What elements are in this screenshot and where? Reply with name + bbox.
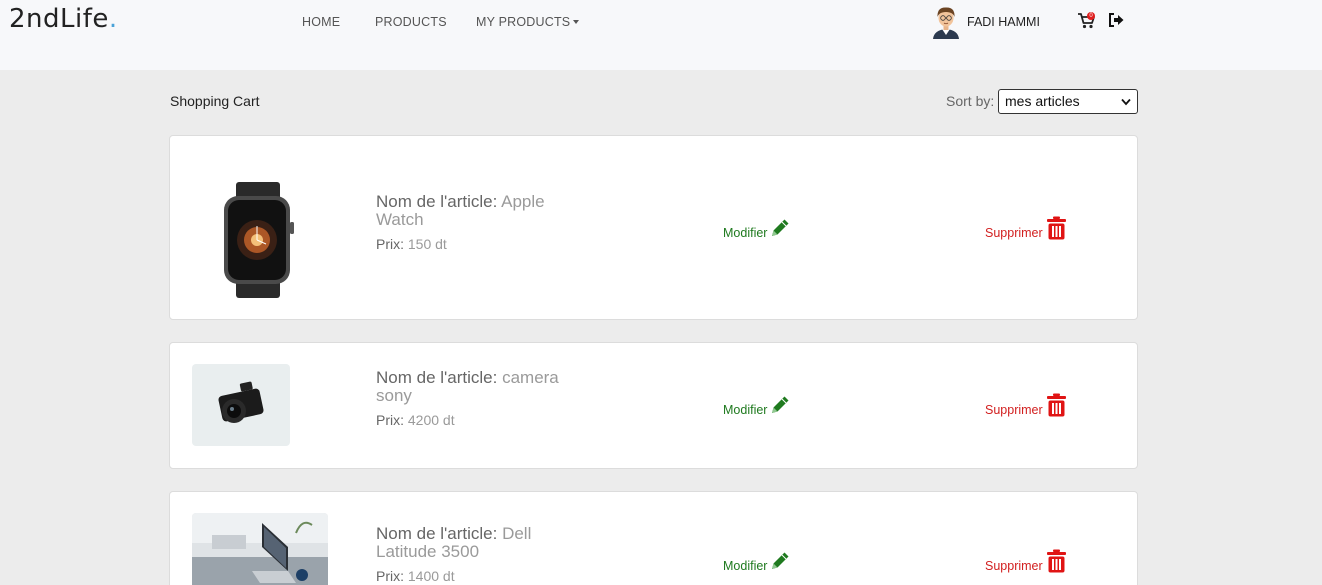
cart-item-card: Nom de l'article: Dell Latitude 3500 Pri… bbox=[169, 491, 1138, 585]
pencil-icon bbox=[772, 219, 789, 236]
delete-button[interactable]: Supprimer bbox=[985, 393, 1067, 417]
nav-my-products-dropdown[interactable]: MY PRODUCTS bbox=[476, 15, 580, 29]
delete-label: Supprimer bbox=[985, 559, 1043, 573]
user-name[interactable]: FADI HAMMI bbox=[967, 15, 1040, 29]
item-info: Nom de l'article: camera sony Prix: 4200… bbox=[376, 369, 606, 429]
nav-my-products-label: MY PRODUCTS bbox=[476, 15, 571, 29]
modify-button[interactable]: Modifier bbox=[723, 549, 792, 573]
item-price-label: Prix: bbox=[376, 568, 404, 584]
delete-label: Supprimer bbox=[985, 403, 1043, 417]
top-navbar: 2ndLife. HOME PRODUCTS MY PRODUCTS FADI … bbox=[0, 0, 1322, 70]
product-image bbox=[192, 513, 328, 585]
item-name-row: Nom de l'article: camera sony bbox=[376, 369, 606, 405]
item-price-row: Prix: 1400 dt bbox=[376, 568, 606, 584]
item-name-value-line2: sony bbox=[376, 386, 412, 405]
modify-label: Modifier bbox=[723, 226, 768, 240]
item-price-row: Prix: 4200 dt bbox=[376, 412, 606, 428]
item-price-label: Prix: bbox=[376, 412, 404, 428]
item-price-row: Prix: 150 dt bbox=[376, 236, 606, 252]
product-image bbox=[192, 364, 290, 446]
nav-home[interactable]: HOME bbox=[302, 15, 340, 29]
delete-button[interactable]: Supprimer bbox=[985, 549, 1067, 573]
sort-select[interactable]: mes articles bbox=[998, 89, 1138, 114]
nav-products[interactable]: PRODUCTS bbox=[375, 15, 447, 29]
modify-label: Modifier bbox=[723, 403, 768, 417]
modify-button[interactable]: Modifier bbox=[723, 393, 792, 417]
logout-icon[interactable] bbox=[1108, 12, 1125, 28]
delete-label: Supprimer bbox=[985, 226, 1043, 240]
item-name-label: Nom de l'article: bbox=[376, 524, 498, 543]
pencil-icon bbox=[772, 552, 789, 569]
item-price-value: 150 dt bbox=[407, 236, 447, 252]
item-name-label: Nom de l'article: bbox=[376, 192, 498, 211]
item-name-value: Dell bbox=[502, 524, 532, 543]
product-image bbox=[224, 182, 294, 298]
trash-icon bbox=[1046, 549, 1066, 573]
item-price-value: 1400 dt bbox=[407, 568, 455, 584]
pencil-icon bbox=[772, 396, 789, 413]
trash-icon bbox=[1046, 393, 1066, 417]
item-name-value-line2: Latitude 3500 bbox=[376, 542, 480, 561]
item-name-label: Nom de l'article: bbox=[376, 368, 498, 387]
page-title: Shopping Cart bbox=[170, 93, 260, 109]
item-name-value: Apple bbox=[501, 192, 545, 211]
modify-label: Modifier bbox=[723, 559, 768, 573]
item-price-label: Prix: bbox=[376, 236, 404, 252]
item-name-row: Nom de l'article: Apple Watch bbox=[376, 193, 606, 229]
item-name-value-line2: Watch bbox=[376, 210, 424, 229]
trash-icon bbox=[1046, 216, 1066, 240]
item-name-row: Nom de l'article: Dell Latitude 3500 bbox=[376, 525, 606, 561]
delete-button[interactable]: Supprimer bbox=[985, 216, 1067, 240]
brand-logo[interactable]: 2ndLife. bbox=[9, 4, 118, 34]
cart-item-card: Nom de l'article: camera sony Prix: 4200… bbox=[169, 342, 1138, 469]
cart-item-card: Nom de l'article: Apple Watch Prix: 150 … bbox=[169, 135, 1138, 320]
modify-button[interactable]: Modifier bbox=[723, 216, 792, 240]
cart-count-badge: 0 bbox=[1087, 12, 1095, 20]
item-info: Nom de l'article: Apple Watch Prix: 150 … bbox=[376, 193, 606, 253]
item-name-value: camera bbox=[502, 368, 559, 387]
item-info: Nom de l'article: Dell Latitude 3500 Pri… bbox=[376, 525, 606, 585]
chevron-down-icon bbox=[1121, 98, 1131, 106]
avatar[interactable] bbox=[931, 5, 961, 39]
item-price-value: 4200 dt bbox=[407, 412, 455, 428]
sort-label: Sort by: bbox=[946, 93, 995, 109]
caret-down-icon bbox=[573, 20, 580, 24]
sort-selected-value: mes articles bbox=[1005, 93, 1080, 109]
